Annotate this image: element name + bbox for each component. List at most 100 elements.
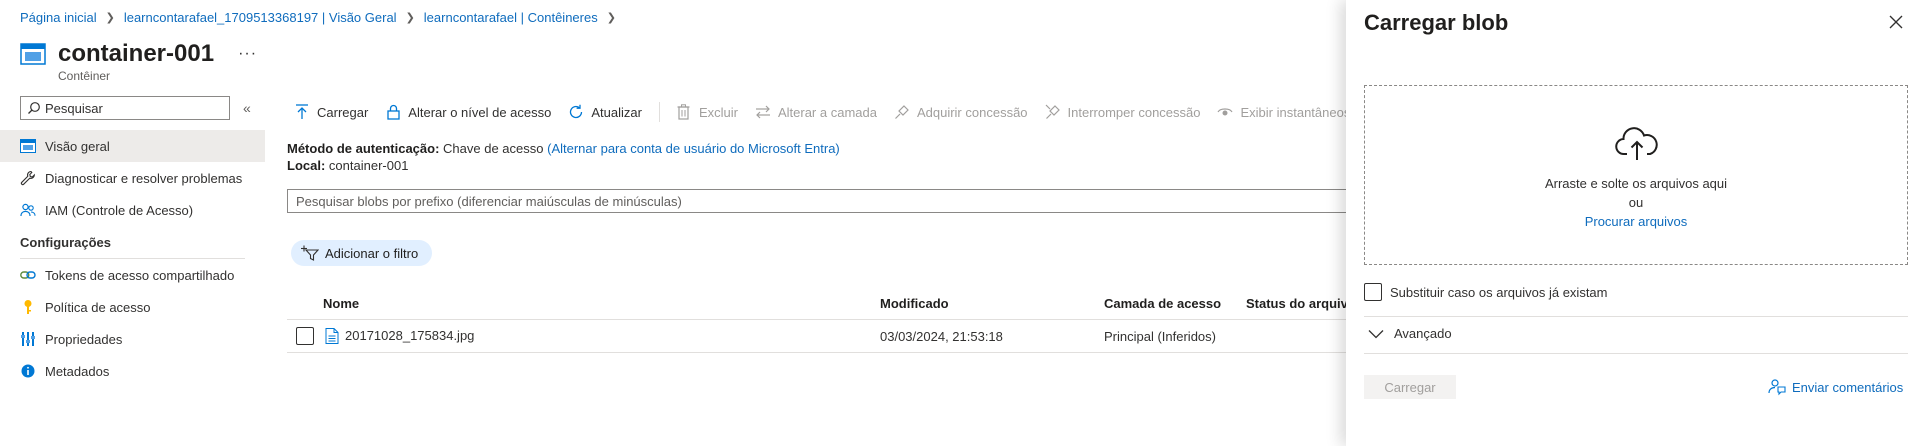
lock-icon: [385, 104, 401, 120]
auth-method-line: Método de autenticação: Chave de acesso …: [287, 140, 840, 157]
sidebar-item-label: Metadados: [45, 363, 110, 379]
auth-info: Método de autenticação: Chave de acesso …: [287, 140, 840, 174]
break-lease-icon: [1045, 104, 1061, 120]
overwrite-option[interactable]: Substituir caso os arquivos já existam: [1364, 283, 1607, 301]
chevron-down-icon: [1368, 329, 1384, 338]
send-feedback-link[interactable]: Enviar comentários: [1768, 378, 1903, 396]
upload-submit-button[interactable]: Carregar: [1364, 375, 1456, 399]
file-drop-zone[interactable]: Arraste e solte os arquivos aqui ou Proc…: [1364, 85, 1908, 265]
chevron-right-icon: ❯: [606, 12, 616, 24]
sidebar-item-properties[interactable]: Propriedades: [0, 323, 265, 355]
drop-or-text: ou: [1628, 195, 1644, 210]
cloud-upload-icon: [1615, 127, 1658, 160]
command-bar: Carregar Alterar o nível de acesso Atual…: [294, 100, 1367, 124]
change-tier-button[interactable]: Alterar a camada: [755, 104, 877, 120]
sidebar-item-label: Propriedades: [45, 331, 123, 347]
browse-files-link[interactable]: Procurar arquivos: [1365, 214, 1907, 229]
upload-icon: [294, 104, 310, 120]
eye-icon: [1217, 104, 1234, 120]
switch-auth-link[interactable]: (Alternar para conta de usuário do Micro…: [547, 141, 840, 156]
row-checkbox[interactable]: [296, 327, 314, 345]
add-filter-label: Adicionar o filtro: [325, 245, 419, 261]
break-lease-label: Interromper concessão: [1067, 104, 1201, 120]
upload-blob-panel: Carregar blob Arraste e solte os arquivo…: [1346, 0, 1920, 446]
sidebar-item-shared-access-tokens[interactable]: Tokens de acesso compartilhado: [0, 259, 265, 291]
acquire-lease-button[interactable]: Adquirir concessão: [894, 104, 1028, 120]
page-subtitle: Contêiner: [58, 69, 111, 83]
sidebar-item-iam[interactable]: IAM (Controle de Acesso): [0, 194, 265, 226]
sidebar-item-label: Tokens de acesso compartilhado: [45, 267, 235, 283]
blob-table: Nome Modificado Camada de acesso Status …: [287, 288, 1356, 353]
add-filter-button[interactable]: Adicionar o filtro: [291, 240, 433, 266]
blob-prefix-search-input[interactable]: Pesquisar blobs por prefixo (diferenciar…: [287, 189, 1347, 213]
more-options-button[interactable]: ···: [238, 45, 257, 63]
collapse-sidebar-icon[interactable]: «: [243, 100, 251, 116]
sidebar-item-diagnose[interactable]: Diagnosticar e resolver problemas: [0, 162, 265, 194]
change-tier-label: Alterar a camada: [777, 104, 877, 120]
search-icon: [28, 102, 40, 114]
break-lease-button[interactable]: Interromper concessão: [1045, 104, 1201, 120]
column-header-file-status[interactable]: Status do arquivo: [1246, 296, 1356, 311]
overview-icon: [20, 138, 36, 154]
close-icon[interactable]: [1888, 14, 1904, 30]
breadcrumb-containers-link[interactable]: learncontarafael | Contêineres: [424, 10, 598, 25]
wrench-icon: [20, 170, 36, 186]
table-row[interactable]: 20171028_175834.jpg 03/03/2024, 21:53:18…: [287, 320, 1347, 353]
sidebar-item-label: Política de acesso: [45, 299, 151, 315]
change-access-level-label: Alterar o nível de acesso: [408, 104, 552, 120]
location-value: container-001: [328, 158, 409, 173]
swap-arrows-icon: [755, 104, 771, 120]
sidebar-item-overview[interactable]: Visão geral: [0, 130, 265, 162]
blob-name: 20171028_175834.jpg: [345, 327, 475, 343]
send-feedback-label: Enviar comentários: [1792, 379, 1904, 395]
location-label: Local:: [287, 158, 326, 173]
column-header-modified[interactable]: Modificado: [880, 296, 949, 311]
upload-label: Carregar: [317, 104, 369, 120]
location-line: Local: container-001: [287, 157, 840, 174]
sidebar-item-metadata[interactable]: Metadados: [0, 355, 265, 387]
change-access-level-button[interactable]: Alterar o nível de acesso: [385, 104, 551, 120]
column-header-name[interactable]: Nome: [323, 296, 359, 311]
sidebar-section-settings: Configurações: [20, 234, 112, 250]
overwrite-checkbox[interactable]: [1364, 283, 1382, 301]
blob-tier-cell: Principal (Inferidos): [1104, 328, 1216, 344]
page-header: container-001 ···: [20, 40, 257, 68]
add-filter-icon: [301, 245, 319, 261]
breadcrumb-home-link[interactable]: Página inicial: [20, 10, 97, 25]
advanced-section-toggle[interactable]: Avançado: [1368, 326, 1452, 341]
people-icon: [20, 202, 36, 218]
breadcrumb-account-link[interactable]: learncontarafael_1709513368197 | Visão G…: [124, 10, 397, 25]
upload-button[interactable]: Carregar: [294, 104, 368, 120]
info-icon: [20, 363, 36, 379]
sidebar-item-label: IAM (Controle de Acesso): [45, 202, 194, 218]
sidebar-search-input[interactable]: Pesquisar: [20, 96, 230, 120]
acquire-lease-label: Adquirir concessão: [916, 104, 1028, 120]
file-icon: [325, 328, 339, 345]
key-icon: [20, 299, 36, 315]
overwrite-label: Substituir caso os arquivos já existam: [1390, 284, 1608, 300]
breadcrumb: Página inicial ❯ learncontarafael_170951…: [20, 10, 616, 25]
advanced-label: Avançado: [1394, 326, 1452, 341]
refresh-button[interactable]: Atualizar: [568, 104, 642, 120]
sidebar: Pesquisar « Visão geral Diagnosticar e r…: [0, 96, 265, 387]
sidebar-item-label: Visão geral: [45, 138, 110, 154]
page-title: container-001: [58, 40, 215, 67]
view-snapshots-button[interactable]: Exibir instantâneos: [1217, 104, 1350, 120]
sidebar-search-placeholder: Pesquisar: [45, 100, 103, 116]
blob-modified-cell: 03/03/2024, 21:53:18: [880, 328, 1003, 344]
panel-divider: [1364, 353, 1908, 354]
refresh-icon: [568, 104, 584, 120]
container-icon: [20, 43, 46, 65]
blob-search-placeholder: Pesquisar blobs por prefixo (diferenciar…: [296, 193, 682, 209]
column-header-access-tier[interactable]: Camada de acesso: [1104, 296, 1221, 311]
auth-method-value: Chave de acesso: [443, 141, 544, 156]
blob-name-cell[interactable]: 20171028_175834.jpg: [325, 328, 474, 345]
panel-title: Carregar blob: [1364, 10, 1509, 35]
properties-icon: [20, 331, 36, 347]
sidebar-item-access-policy[interactable]: Política de acesso: [0, 291, 265, 323]
delete-button[interactable]: Excluir: [676, 104, 738, 120]
refresh-label: Atualizar: [591, 104, 642, 120]
trash-icon: [676, 104, 692, 120]
panel-divider: [1364, 316, 1908, 317]
feedback-icon: [1768, 379, 1786, 396]
